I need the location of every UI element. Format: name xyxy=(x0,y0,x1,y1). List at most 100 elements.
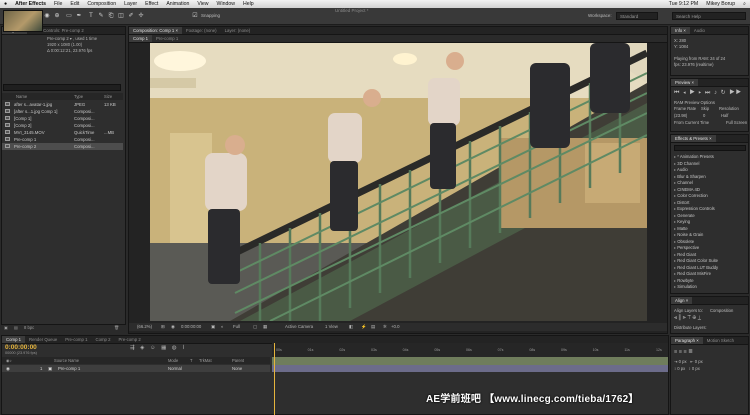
exposure-value[interactable]: +0.0 xyxy=(391,324,399,329)
project-item-row[interactable]: [Comp 2] Composi... xyxy=(2,122,123,129)
align-left-icon[interactable]: ⫷ xyxy=(674,315,677,321)
menu-composition[interactable]: Composition xyxy=(83,1,120,7)
search-help-input[interactable]: Search Help xyxy=(672,12,746,20)
ram-preview-icon[interactable]: ▶▶ xyxy=(729,90,742,96)
frame-blending-icon[interactable]: ▦ xyxy=(161,345,168,351)
current-time-display[interactable]: 0:00:00:00 xyxy=(181,324,201,329)
tab-layer[interactable]: Layer: (none) xyxy=(221,27,255,34)
composition-viewer[interactable] xyxy=(150,43,647,321)
menu-animation[interactable]: Animation xyxy=(162,1,193,7)
effects-category-item[interactable]: Blur & Sharpen xyxy=(674,174,705,179)
column-parent[interactable]: Parent xyxy=(232,358,244,363)
from-current-time-checkbox[interactable]: From Current Time xyxy=(674,120,709,125)
align-center-icon[interactable]: ⫼ xyxy=(679,315,682,321)
active-camera-select[interactable]: Active Camera xyxy=(285,324,313,329)
effects-category-item[interactable]: Red Giant MisFire xyxy=(674,271,711,276)
effects-category-item[interactable]: Red Giant LUT Buddy xyxy=(674,265,718,270)
graph-editor-icon[interactable]: ⌇ xyxy=(182,345,187,351)
tab-composition-comp1[interactable]: Composition: Comp 1 × xyxy=(129,27,183,34)
new-folder-icon[interactable]: ▤ xyxy=(14,325,18,330)
project-item-row[interactable]: [Comp 1] Composi... xyxy=(2,115,123,122)
tab-timeline-pre-comp-2[interactable]: Pre-comp 2 xyxy=(115,336,145,343)
snapshot-camera-icon[interactable]: ◉ xyxy=(171,324,175,330)
spotlight-search-icon[interactable]: ⌕ xyxy=(739,1,750,8)
column-mode[interactable]: Mode xyxy=(168,358,178,363)
effects-search-input[interactable] xyxy=(674,145,746,151)
resolution-select[interactable]: Half xyxy=(721,113,728,118)
tab-audio[interactable]: Audio xyxy=(690,27,709,34)
column-type[interactable]: Type xyxy=(74,94,83,99)
eraser-tool-icon[interactable]: ◫ xyxy=(117,12,125,21)
tab-timeline-pre-comp-1[interactable]: Pre-comp 1 xyxy=(61,336,91,343)
effects-category-item[interactable]: Color Correction xyxy=(674,193,708,198)
project-item-row[interactable]: [after s...1.jpg Comp 1] Composi... xyxy=(2,108,123,115)
current-time-indicator[interactable] xyxy=(274,343,275,415)
effects-category-item[interactable]: 3D Channel xyxy=(674,161,699,166)
indent-fields[interactable]: ⇥ 0 px ⇤ 0 px xyxy=(674,359,703,364)
audio-icon[interactable]: ♪ xyxy=(714,90,718,96)
timeline-ruler[interactable]: 00s 01s 02s 03s 04s 05s 06s 07s 08s 09s 10s 11s 12s xyxy=(272,343,668,357)
bit-depth-label[interactable]: 8 bpc xyxy=(24,325,34,330)
layer-parent-select[interactable]: None xyxy=(232,366,242,371)
menu-window[interactable]: Window xyxy=(213,1,239,7)
snapping-checkbox-icon[interactable]: ☑ xyxy=(191,12,199,21)
effects-category-item[interactable]: Simulation xyxy=(674,284,697,289)
align-top-icon[interactable]: ⊤ xyxy=(687,315,691,321)
tab-align[interactable]: Align × xyxy=(671,297,693,304)
frame-rate-select[interactable]: (23.98) xyxy=(674,113,687,118)
last-frame-icon[interactable]: ⏭ xyxy=(705,90,711,96)
pen-tool-icon[interactable]: ✒ xyxy=(75,12,83,21)
tab-motion-sketch[interactable]: Motion Sketch xyxy=(703,337,738,344)
interpret-footage-icon[interactable]: ▣ xyxy=(4,325,8,330)
exposure-icon[interactable]: ✲ xyxy=(383,324,387,330)
column-source-name[interactable]: Source Name xyxy=(54,358,79,363)
camera-snapshot-icon[interactable]: ▣ xyxy=(211,324,215,330)
show-channel-icon[interactable]: ◐ xyxy=(221,324,224,329)
effects-category-item[interactable]: Red Giant xyxy=(674,252,696,257)
effects-category-item[interactable]: Channel xyxy=(674,180,693,185)
camera-tool-icon[interactable]: ◉ xyxy=(43,12,51,21)
effects-category-item[interactable]: * Animation Presets xyxy=(674,154,714,159)
menu-help[interactable]: Help xyxy=(239,1,258,7)
menubar-user[interactable]: Mikey Borup xyxy=(702,1,739,8)
column-t[interactable]: T xyxy=(190,358,193,363)
timeline-current-time[interactable]: 0:00:00:00 xyxy=(5,344,37,351)
tab-info[interactable]: Info × xyxy=(671,27,690,34)
menu-view[interactable]: View xyxy=(193,1,212,7)
subtab-pre-comp-1[interactable]: Pre-comp 1 xyxy=(152,35,182,42)
draft-3d-icon[interactable]: ◈ xyxy=(140,345,146,351)
effects-category-item[interactable]: Expression Controls xyxy=(674,206,714,211)
column-size[interactable]: Size xyxy=(104,94,112,99)
first-frame-icon[interactable]: ⏮ xyxy=(674,90,680,96)
effects-category-item[interactable]: Distort xyxy=(674,200,689,205)
column-name[interactable]: Name xyxy=(16,94,27,99)
grid-overlay-icon[interactable]: ⊞ xyxy=(161,324,165,330)
pan-behind-tool-icon[interactable]: ⊕ xyxy=(53,12,61,21)
tab-paragraph[interactable]: Paragraph × xyxy=(671,337,703,344)
menu-edit[interactable]: Edit xyxy=(66,1,83,7)
layer-mode-select[interactable]: Normal xyxy=(168,366,182,371)
fast-previews-icon[interactable]: ⚡ xyxy=(361,324,366,330)
region-of-interest-icon[interactable]: ▢ xyxy=(253,324,257,330)
tab-preview[interactable]: Preview × xyxy=(671,79,698,86)
align-middle-icon[interactable]: ⊕ xyxy=(692,315,696,321)
align-right-icon[interactable]: ⫸ xyxy=(683,315,686,321)
project-item-row-selected[interactable]: Pre-comp 2 Composi... xyxy=(2,143,123,150)
effects-category-item[interactable]: Matte xyxy=(674,226,687,231)
clone-stamp-tool-icon[interactable]: ⎗ xyxy=(107,12,115,21)
app-menu[interactable]: After Effects xyxy=(11,1,50,7)
justify-text-icon[interactable]: ≣ xyxy=(688,349,693,355)
menu-effect[interactable]: Effect xyxy=(141,1,162,7)
skip-input[interactable]: 0 xyxy=(703,113,705,118)
full-screen-checkbox[interactable]: Full Screen xyxy=(726,120,747,125)
tab-timeline-comp1[interactable]: Comp 1 xyxy=(2,336,26,343)
project-item-row[interactable]: after s...avatar-1.jpg JPEG 13 KB xyxy=(2,101,123,108)
tab-timeline-comp2[interactable]: Comp 2 xyxy=(91,336,114,343)
align-bottom-icon[interactable]: ⊥ xyxy=(698,315,702,321)
timeline-icon[interactable]: ▤ xyxy=(371,324,375,330)
project-item-row[interactable]: Pre-comp 1 Composi... xyxy=(2,136,123,143)
video-visibility-icon[interactable]: ◉ xyxy=(6,366,10,372)
tab-effects-presets[interactable]: Effects & Presets × xyxy=(671,135,716,142)
tab-render-queue[interactable]: Render Queue xyxy=(25,336,61,343)
effects-category-item[interactable]: Noise & Grain xyxy=(674,232,703,237)
